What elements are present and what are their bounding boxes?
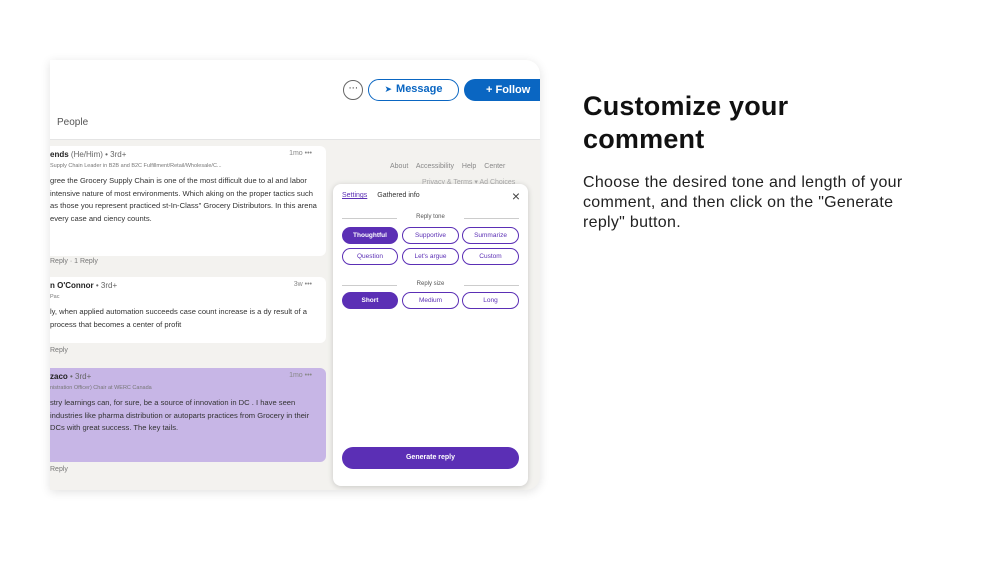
- tone-chip-supportive[interactable]: Supportive: [402, 227, 459, 244]
- tone-chip-summarize[interactable]: Summarize: [462, 227, 519, 244]
- tone-chip-question[interactable]: Question: [342, 248, 398, 265]
- commenter-headline: Supply Chain Leader in B2B and B2C Fulfi…: [50, 163, 222, 169]
- comment-header: ends (He/Him) • 3rd+ 1mo •••: [50, 150, 318, 162]
- tab-gathered-info[interactable]: Gathered info: [377, 192, 419, 199]
- more-options-button[interactable]: ···: [343, 80, 363, 100]
- comment-header: n O'Connor • 3rd+ 3w •••: [50, 281, 318, 293]
- comment-body: gree the Grocery Supply Chain is one of …: [50, 176, 317, 223]
- comment-actions[interactable]: Reply: [50, 347, 68, 354]
- divider: [464, 285, 519, 286]
- message-button[interactable]: ➤ Message: [368, 79, 459, 101]
- commenter-name[interactable]: ends: [50, 150, 69, 159]
- close-icon[interactable]: ×: [512, 188, 520, 204]
- divider: [464, 218, 519, 219]
- commenter-headline: nistration Officer) Chair at WERC Canada: [50, 385, 152, 391]
- reply-settings-panel: Settings Gathered info × Reply tone Thou…: [333, 184, 528, 486]
- stage: ··· ➤ Message + Follow People About Acces…: [0, 0, 1000, 563]
- size-chip-short[interactable]: Short: [342, 292, 398, 309]
- promo-heading: Customize your comment: [583, 91, 789, 154]
- tone-chip-lets-argue[interactable]: Let's argue: [402, 248, 459, 265]
- panel-tabs: Settings Gathered info: [342, 192, 420, 199]
- send-icon: ➤: [384, 84, 393, 94]
- connection-degree: (He/Him) • 3rd+: [70, 150, 127, 159]
- tone-chip-thoughtful[interactable]: Thoughtful: [342, 227, 398, 244]
- commenter-headline: Pac: [50, 294, 60, 300]
- connection-degree: • 3rd+: [95, 281, 118, 290]
- connection-degree: • 3rd+: [70, 372, 92, 381]
- highlighted-comment-card: zaco • 3rd+ 1mo ••• nistration Officer) …: [50, 368, 326, 462]
- generate-reply-button[interactable]: Generate reply: [342, 447, 519, 469]
- size-chip-medium[interactable]: Medium: [402, 292, 459, 309]
- comment-card: ends (He/Him) • 3rd+ 1mo ••• Supply Chai…: [50, 146, 326, 265]
- comment-time[interactable]: 1mo •••: [289, 150, 312, 157]
- commenter-name[interactable]: zaco: [50, 372, 68, 381]
- commenter-name[interactable]: n O'Connor: [50, 281, 94, 290]
- comment-time[interactable]: 3w •••: [294, 281, 312, 288]
- follow-button[interactable]: + Follow: [464, 79, 540, 101]
- comment-actions[interactable]: Reply: [50, 466, 68, 473]
- reply-size-label: Reply size: [416, 281, 445, 287]
- footer-links[interactable]: About Accessibility Help Center: [390, 163, 505, 170]
- comment-time[interactable]: 1mo •••: [289, 372, 312, 379]
- reply-tone-label: Reply tone: [416, 214, 445, 220]
- linkedin-screenshot: ··· ➤ Message + Follow People About Acces…: [50, 60, 540, 490]
- comment-body: ly, when applied automation succeeds cas…: [50, 307, 307, 329]
- promo-description: Choose the desired tone and length of yo…: [583, 174, 903, 231]
- tab-people[interactable]: People: [57, 117, 88, 128]
- comment-header: zaco • 3rd+ 1mo •••: [50, 372, 318, 384]
- tab-settings[interactable]: Settings: [342, 192, 367, 199]
- comment-body: stry learnings can, for sure, be a sourc…: [50, 398, 310, 432]
- tone-chip-custom[interactable]: Custom: [462, 248, 519, 265]
- size-chip-long[interactable]: Long: [462, 292, 519, 309]
- profile-topbar: ··· ➤ Message + Follow People: [50, 60, 540, 140]
- comment-card: n O'Connor • 3rd+ 3w ••• Pac ly, when ap…: [50, 277, 326, 354]
- message-label: Message: [396, 83, 443, 95]
- comment-actions[interactable]: Reply · 1 Reply: [50, 258, 98, 265]
